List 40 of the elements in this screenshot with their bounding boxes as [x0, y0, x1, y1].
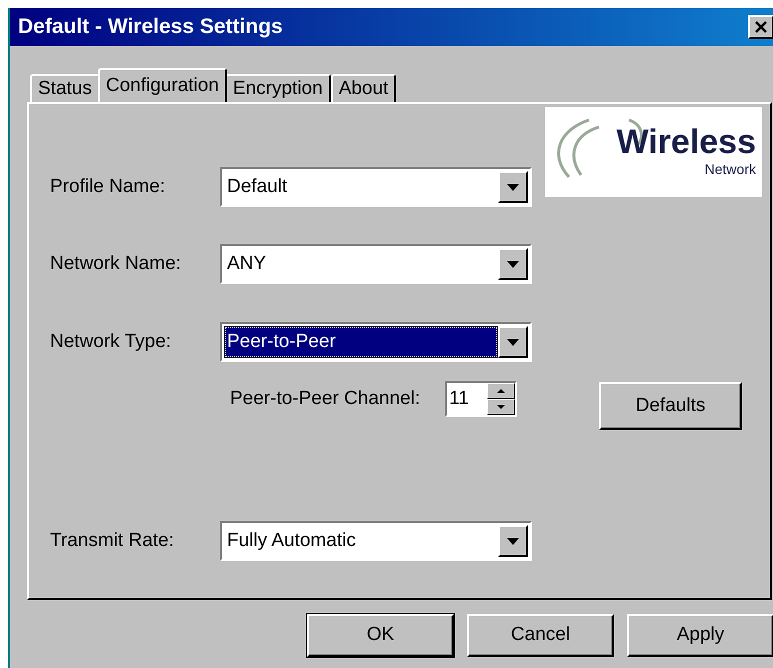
dropdown-button[interactable]	[498, 171, 528, 203]
field-label: Peer-to-Peer Channel:	[230, 386, 420, 411]
dropdown-arrow-icon	[507, 338, 519, 346]
up-arrow-icon	[497, 389, 506, 393]
dropdown-arrow-icon	[507, 260, 519, 268]
field-label: Network Name:	[50, 252, 182, 276]
dropdown-arrow-icon	[507, 184, 519, 190]
dropdown[interactable]: Fully Automatic	[220, 521, 532, 561]
defaults-button[interactable]: Defaults	[599, 382, 742, 430]
dropdown-button[interactable]	[498, 248, 528, 280]
field-label: Profile Name:	[50, 174, 166, 199]
dropdown-value: Peer-to-Peer	[224, 326, 498, 358]
dialog-button[interactable]: Apply	[627, 614, 773, 657]
window-title: Default - Wireless Settings	[17, 14, 283, 40]
down-arrow-icon	[497, 405, 506, 409]
dropdown-value: Fully Automatic	[226, 528, 357, 553]
spin-up-button[interactable]	[487, 383, 516, 399]
dialog-button[interactable]: Cancel	[467, 614, 614, 657]
close-icon	[754, 21, 768, 33]
tab[interactable]: Encryption	[224, 74, 331, 102]
logo-subtitle: Network	[704, 160, 756, 178]
field-label: Transmit Rate:	[50, 528, 175, 553]
logo-title: Wireless	[616, 124, 756, 158]
spin-value: 11	[448, 386, 470, 411]
dialog-button[interactable]: OK	[307, 614, 454, 657]
close-button[interactable]	[748, 15, 773, 39]
dropdown[interactable]: ANY	[220, 244, 532, 284]
dropdown-arrow-icon	[507, 538, 519, 544]
tab[interactable]: Configuration	[98, 68, 227, 102]
dropdown-value: Default	[226, 174, 288, 199]
dropdown-button[interactable]	[498, 525, 528, 557]
field-label: Network Type:	[50, 330, 172, 354]
tab[interactable]: About	[330, 74, 396, 102]
tab[interactable]: Status	[30, 74, 100, 102]
dropdown[interactable]: Peer-to-Peer	[220, 322, 532, 362]
spin-box[interactable]: 11	[445, 381, 518, 417]
dropdown-value: ANY	[226, 252, 268, 276]
spin-down-button[interactable]	[487, 399, 516, 415]
dropdown[interactable]: Default	[220, 167, 532, 207]
dropdown-button[interactable]	[498, 326, 528, 358]
